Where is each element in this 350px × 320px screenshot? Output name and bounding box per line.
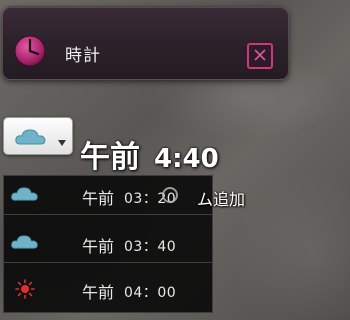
clock-icon	[13, 34, 47, 68]
overlapped-button-ring	[162, 187, 178, 203]
list-item-ampm: 午前	[82, 237, 115, 256]
list-item-ampm: 午前	[82, 283, 115, 302]
cloud-icon	[14, 127, 48, 151]
current-time: 午前 4:40	[80, 132, 219, 176]
current-clock: 4:40	[154, 144, 219, 174]
weather-dropdown-button[interactable]	[3, 117, 73, 155]
sun-icon	[10, 279, 40, 303]
close-icon	[253, 47, 267, 66]
list-item[interactable]: 午前 03：20	[4, 176, 212, 215]
cloud-icon	[10, 233, 40, 255]
list-item-time: 04：00	[124, 285, 177, 301]
close-button[interactable]	[247, 43, 273, 69]
add-alarm-label[interactable]: ム追加	[197, 186, 245, 210]
list-item[interactable]: 午前 04：00	[4, 270, 212, 308]
list-item-time: 03：40	[124, 239, 177, 255]
title-bar: 時計	[2, 6, 289, 80]
chevron-down-icon	[57, 132, 67, 151]
cloud-icon	[10, 185, 40, 207]
weather-schedule-list: 午前 03：20 午前 03：40 午前 04：00	[3, 175, 213, 313]
window-title: 時計	[65, 46, 101, 66]
current-ampm: 午前	[80, 140, 140, 175]
list-item-ampm: 午前	[82, 189, 115, 208]
list-item[interactable]: 午前 03：40	[4, 224, 212, 263]
